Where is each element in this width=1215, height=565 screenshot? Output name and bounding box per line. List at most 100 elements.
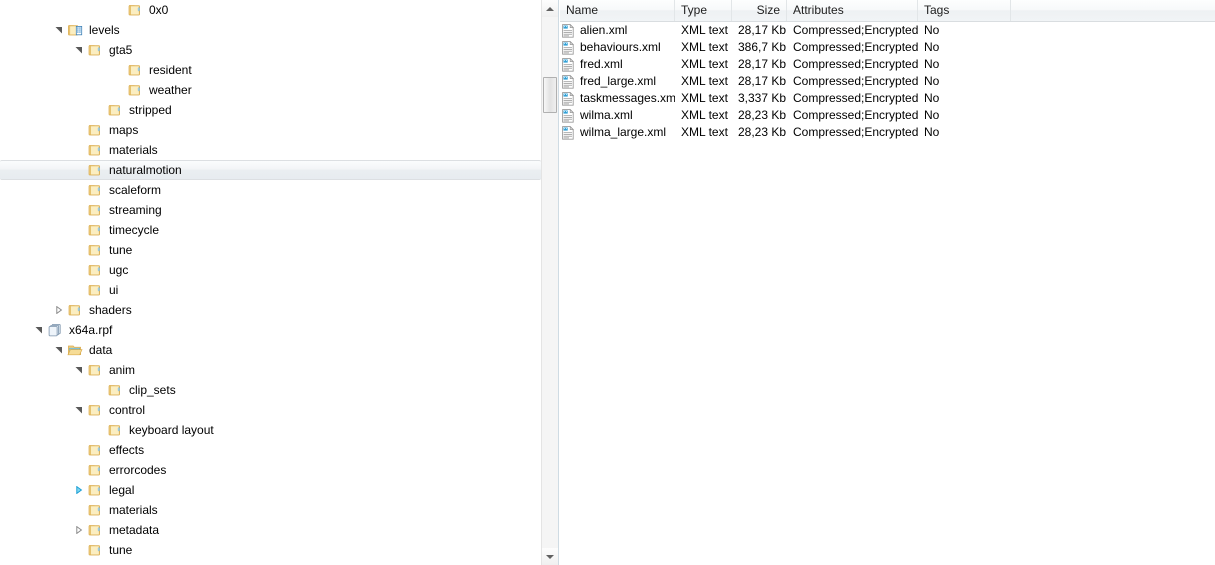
file-name-label: behaviours.xml [580,40,661,54]
tree-item-shaders[interactable]: shaders [0,300,541,320]
file-row[interactable]: fred_large.xml XML text 28,17 Kb Compressed… [560,73,1215,90]
folder-closed-icon [87,442,103,458]
file-name-cell: wilma.xml [560,107,675,124]
tree-item-effects[interactable]: effects [0,440,541,460]
folder-closed-icon [127,82,143,98]
file-tags-cell: No [924,74,940,88]
folder-closed-icon [87,262,103,278]
folder-closed-icon [87,162,103,178]
tree-item-label: shaders [89,303,132,317]
tree-item-legal[interactable]: legal [0,480,541,500]
expander-placeholder [91,102,107,118]
tree-item-label: levels [89,23,120,37]
folder-tree-panel[interactable]: 0x0 levels gta5 resident weather stripped maps… [0,0,541,565]
tree-item-resident[interactable]: resident [0,60,541,80]
column-header-attributes[interactable]: Attributes [787,0,918,21]
column-header-filler[interactable] [1011,0,1215,21]
folder-closed-icon [87,542,103,558]
expander-placeholder [71,502,87,518]
tree-vertical-scrollbar[interactable] [541,0,558,565]
chevron-down-icon[interactable] [51,22,67,38]
folder-closed-icon [127,2,143,18]
tree-item-anim[interactable]: anim [0,360,541,380]
tree-item-timecycle[interactable]: timecycle [0,220,541,240]
panel-divider[interactable] [558,0,559,565]
folder-closed-icon [87,362,103,378]
file-row[interactable]: behaviours.xml XML text 386,7 Kb Compressed… [560,39,1215,56]
tree-item-maps[interactable]: maps [0,120,541,140]
file-row[interactable]: wilma_large.xml XML text 28,23 Kb Compresse… [560,124,1215,141]
folder-closed-icon [67,302,83,318]
tree-item-tune[interactable]: tune [0,240,541,260]
tree-item-metadata[interactable]: metadata [0,520,541,540]
file-row[interactable]: fred.xml XML text 28,17 Kb Compressed;Encry… [560,56,1215,73]
tree-item-stripped[interactable]: stripped [0,100,541,120]
column-header-size[interactable]: Size [732,0,787,21]
xml-file-icon [560,57,576,73]
tree-item-label: metadata [109,523,160,537]
file-name-cell: fred_large.xml [560,73,675,90]
file-name-label: wilma_large.xml [580,125,667,139]
file-tags-cell: No [924,108,940,122]
file-size-cell: 28,17 Kb [738,57,787,71]
file-row[interactable]: alien.xml XML text 28,17 Kb Compressed;Encr… [560,22,1215,39]
file-list-rows[interactable]: alien.xml XML text 28,17 Kb Compressed;Encr… [560,22,1215,141]
file-name-label: wilma.xml [580,108,633,122]
file-attributes-cell: Compressed;Encrypted; [793,91,918,105]
chevron-right-icon[interactable] [71,522,87,538]
chevron-right-icon[interactable] [51,302,67,318]
xml-file-icon [560,91,576,107]
xml-file-icon [560,40,576,56]
tree-item-ugc[interactable]: ugc [0,260,541,280]
file-size-cell: 28,23 Kb [738,108,787,122]
tree-item-label: data [89,343,113,357]
tree-item-levels[interactable]: levels [0,20,541,40]
tree-item-x64a-rpf[interactable]: x64a.rpf [0,320,541,340]
tree-item-ui[interactable]: ui [0,280,541,300]
tree-item-0x0[interactable]: 0x0 [0,0,541,20]
chevron-right-icon[interactable] [71,482,87,498]
tree-item-scaleform[interactable]: scaleform [0,180,541,200]
column-header-name[interactable]: Name [560,0,675,21]
expander-placeholder [71,222,87,238]
tree-item-materials[interactable]: materials [0,500,541,520]
tree-item-materials[interactable]: materials [0,140,541,160]
chevron-down-icon[interactable] [71,402,87,418]
file-attributes-cell: Compressed;Encrypted; [793,40,918,54]
tree-item-errorcodes[interactable]: errorcodes [0,460,541,480]
file-row[interactable]: wilma.xml XML text 28,23 Kb Compressed;Encr… [560,107,1215,124]
archive-rpf-icon [47,322,63,338]
expander-placeholder [71,262,87,278]
tree-item-naturalmotion[interactable]: naturalmotion [0,160,541,180]
file-name-cell: alien.xml [560,22,675,39]
tree-item-label: ugc [109,263,129,277]
folder-levels-icon [67,22,83,38]
scrollbar-track[interactable] [542,17,558,548]
folder-closed-icon [107,422,123,438]
tree-item-keyboard-layout[interactable]: keyboard layout [0,420,541,440]
file-list-column-headers[interactable]: Name Type Size Attributes Tags [560,0,1215,22]
scroll-up-arrow-icon[interactable] [542,0,558,17]
file-row[interactable]: taskmessages.xml XML text 3,337 Kb Compress… [560,90,1215,107]
tree-item-streaming[interactable]: streaming [0,200,541,220]
tree-item-data[interactable]: data [0,340,541,360]
tree-item-weather[interactable]: weather [0,80,541,100]
file-attributes-cell: Compressed;Encrypted; [793,57,918,71]
folder-closed-icon [87,522,103,538]
file-list-panel[interactable]: Name Type Size Attributes Tags alien.xml XML … [560,0,1215,565]
tree-item-control[interactable]: control [0,400,541,420]
tree-item-gta5[interactable]: gta5 [0,40,541,60]
tree-item-clip-sets[interactable]: clip_sets [0,380,541,400]
chevron-down-icon[interactable] [31,322,47,338]
tree-item-tune[interactable]: tune [0,540,541,560]
scroll-down-arrow-icon[interactable] [542,548,558,565]
chevron-down-icon[interactable] [71,362,87,378]
file-size-cell: 28,17 Kb [738,74,787,88]
chevron-down-icon[interactable] [51,342,67,358]
column-header-tags[interactable]: Tags [918,0,1011,21]
column-header-type[interactable]: Type [675,0,732,21]
scrollbar-thumb[interactable] [543,77,557,113]
folder-closed-icon [87,42,103,58]
file-name-cell: taskmessages.xml [560,90,675,107]
chevron-down-icon[interactable] [71,42,87,58]
